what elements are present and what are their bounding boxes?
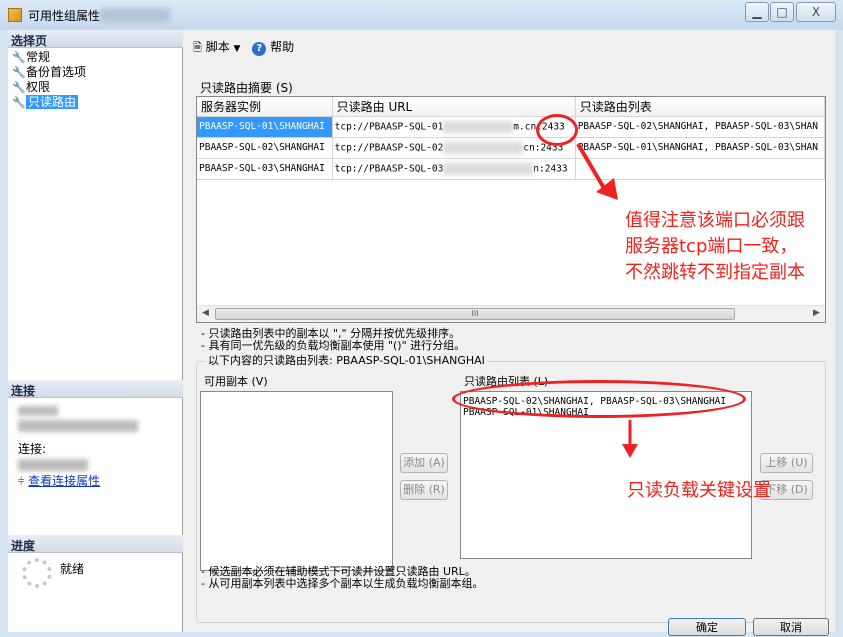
cell-server[interactable]: PBAASP-SQL-01\SHANGHAI xyxy=(197,116,333,138)
dialog-client-area: 选择页 🔧常规 🔧备份首选项 🔧权限 🔧只读路由 连接 连接: ⫩ 查看连接属 xyxy=(8,30,835,636)
wrench-icon: 🔧 xyxy=(12,51,26,64)
table-row[interactable]: PBAASP-SQL-02\SHANGHAI tcp://PBAASP-SQL-… xyxy=(197,137,825,159)
blurred-title-region xyxy=(100,8,170,22)
view-connection-properties[interactable]: ⫩ 查看连接属性 xyxy=(18,472,100,489)
note-multiselect: - 从可用副本列表中选择多个副本以生成负载均衡副本组。 xyxy=(201,577,484,590)
group-caption: 以下内容的只读路由列表: PBAASP-SQL-01\SHANGHAI xyxy=(205,352,488,368)
connection-info: 连接: xyxy=(18,402,178,471)
connection-header: 连接 xyxy=(8,380,183,398)
annotation-arrow-bottom xyxy=(622,420,638,458)
cancel-button[interactable]: 取消 xyxy=(753,618,829,636)
script-icon: 🗎 xyxy=(193,41,202,54)
page-item-permissions[interactable]: 🔧权限 xyxy=(12,80,86,95)
move-up-button[interactable]: 上移 (U) xyxy=(760,453,813,473)
available-replicas-list[interactable] xyxy=(200,391,393,571)
remove-button[interactable]: 删除 (R) xyxy=(400,480,448,500)
column-header-url[interactable]: 只读路由 URL xyxy=(332,97,576,117)
progress-status: 就绪 xyxy=(60,562,85,576)
toolbar: 🗎 脚本 ▼ ? 帮助 xyxy=(193,38,294,58)
network-icon: ⫩ xyxy=(18,475,25,488)
note-grouping: - 具有同一优先级的负载均衡副本使用 "()" 进行分组。 xyxy=(201,339,466,352)
wrench-icon: 🔧 xyxy=(12,66,26,79)
horizontal-scrollbar[interactable]: ◀ III ▶ xyxy=(197,305,825,322)
blurred-connection-value xyxy=(18,459,88,471)
blurred-url-part xyxy=(443,120,514,133)
annotation-port-note-1: 值得注意该端口必须跟 xyxy=(625,210,805,231)
minimize-button[interactable]: ▁ xyxy=(745,2,769,22)
page-item-readonly-routing[interactable]: 🔧 只读路由 xyxy=(12,95,86,110)
page-list: 🔧常规 🔧备份首选项 🔧权限 🔧 只读路由 xyxy=(12,50,86,110)
table-row[interactable]: PBAASP-SQL-01\SHANGHAI tcp://PBAASP-SQL-… xyxy=(197,116,825,138)
add-button[interactable]: 添加 (A) xyxy=(400,453,448,473)
close-button[interactable]: X xyxy=(796,2,836,22)
cell-url[interactable]: tcp://PBAASP-SQL-02 cn:2433 xyxy=(332,137,576,159)
annotation-port-note-3: 不然跳转不到指定副本 xyxy=(625,262,805,283)
progress-spinner-icon xyxy=(22,558,52,588)
cell-server[interactable]: PBAASP-SQL-02\SHANGHAI xyxy=(197,137,333,159)
cell-list[interactable]: PBAASP-SQL-02\SHANGHAI, PBAASP-SQL-03\SH… xyxy=(575,116,825,138)
scroll-left-icon[interactable]: ◀ xyxy=(198,308,213,318)
table-row[interactable]: PBAASP-SQL-03\SHANGHAI tcp://PBAASP-SQL-… xyxy=(197,158,825,180)
available-replicas-label: 可用副本 (V) xyxy=(204,375,268,388)
connection-label: 连接: xyxy=(18,442,47,456)
routing-list-highlight-ellipse xyxy=(452,380,746,418)
grid-header-row: 服务器实例 只读路由 URL 只读路由列表 xyxy=(197,97,825,117)
left-pane: 选择页 🔧常规 🔧备份首选项 🔧权限 🔧只读路由 连接 连接: ⫩ 查看连接属 xyxy=(8,30,183,632)
routing-summary-label: 只读路由摘要 (S) xyxy=(200,81,293,95)
scroll-right-icon[interactable]: ▶ xyxy=(809,308,824,318)
annotation-port-note-2: 服务器tcp端口一致， xyxy=(625,236,798,257)
app-icon xyxy=(8,8,22,22)
help-icon[interactable]: ? xyxy=(252,42,267,56)
column-header-server[interactable]: 服务器实例 xyxy=(197,97,333,117)
dropdown-arrow-icon: ▼ xyxy=(233,44,241,54)
annotation-key-setting: 只读负载关键设置 xyxy=(627,480,771,501)
page-item-general[interactable]: 🔧常规 xyxy=(12,50,86,65)
cell-url[interactable]: tcp://PBAASP-SQL-03 n:2433 xyxy=(332,158,576,180)
column-header-list[interactable]: 只读路由列表 xyxy=(575,97,825,117)
scroll-thumb[interactable]: III xyxy=(215,308,735,320)
blurred-server-label xyxy=(18,406,58,416)
maximize-button[interactable]: □ xyxy=(770,2,794,22)
wrench-icon: 🔧 xyxy=(12,96,26,109)
window-title: 可用性组属性 xyxy=(28,9,101,23)
cell-server[interactable]: PBAASP-SQL-03\SHANGHAI xyxy=(197,158,333,180)
blurred-url-part xyxy=(443,162,534,175)
script-button[interactable]: 🗎 脚本 ▼ xyxy=(193,40,244,54)
ok-button[interactable]: 确定 xyxy=(668,618,746,636)
title-bar: 可用性组属性 ▁ □ X xyxy=(0,0,843,30)
progress-header: 进度 xyxy=(8,535,183,553)
blurred-server-value xyxy=(18,420,138,432)
annotation-arrow-top xyxy=(576,142,618,200)
blurred-url-part xyxy=(443,141,524,154)
select-page-header: 选择页 xyxy=(8,30,183,48)
view-connection-link[interactable]: 查看连接属性 xyxy=(28,474,100,488)
wrench-icon: 🔧 xyxy=(12,81,26,94)
help-button[interactable]: 帮助 xyxy=(270,40,294,54)
page-item-backup-preferences[interactable]: 🔧备份首选项 xyxy=(12,65,86,80)
